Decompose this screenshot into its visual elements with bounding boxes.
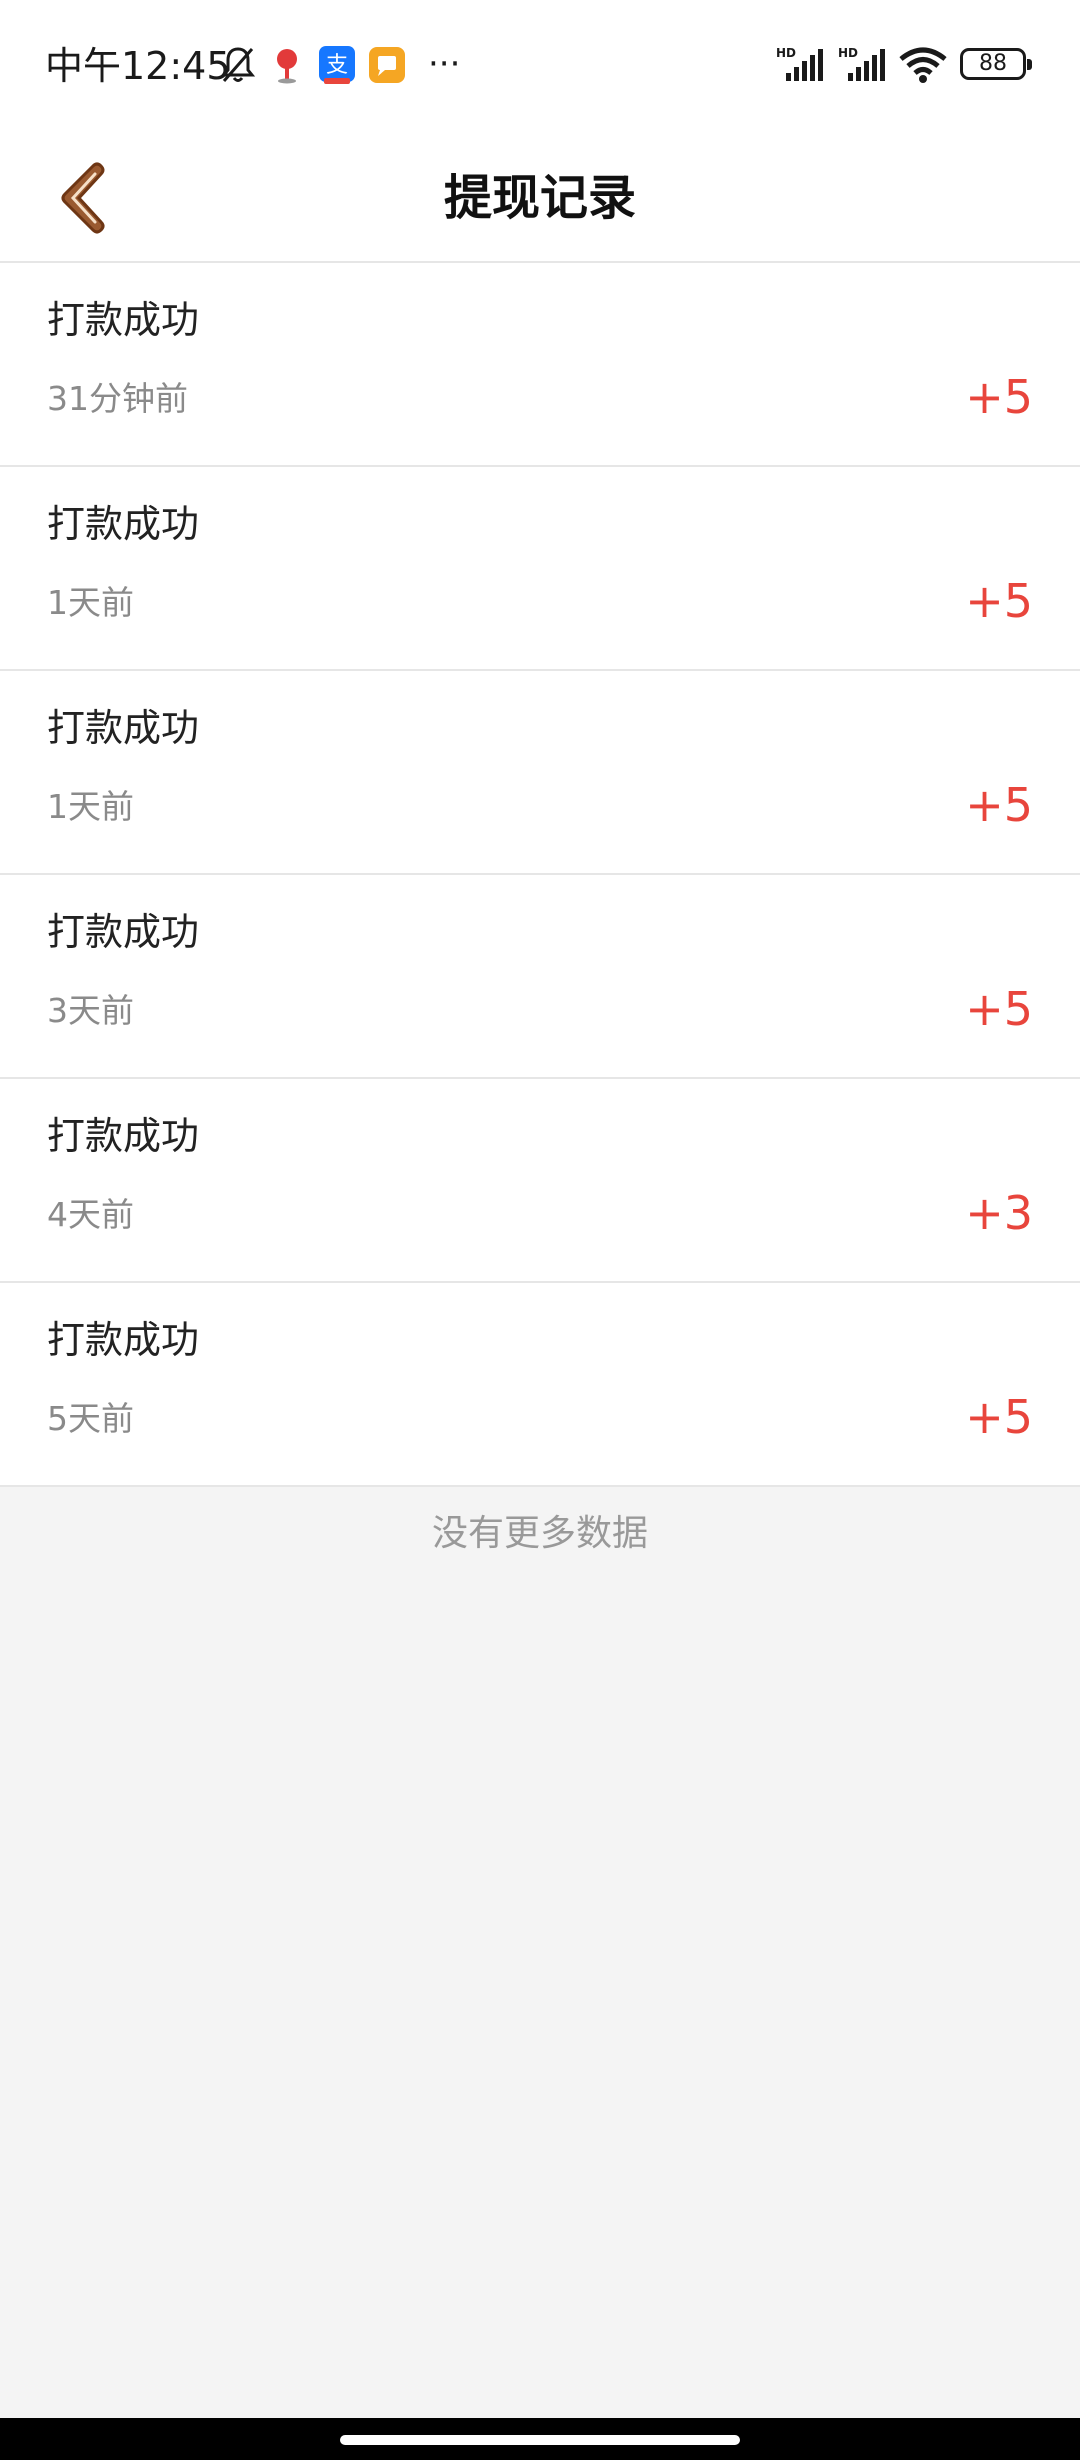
record-amount: +3 [965,1186,1033,1240]
record-item[interactable]: 打款成功 4天前 +3 [0,1079,1080,1283]
record-amount: +5 [965,778,1033,832]
withdrawal-record-list: 打款成功 31分钟前 +5 打款成功 1天前 +5 打款成功 1天前 +5 打款… [0,263,1080,1487]
system-navigation-bar [0,2418,1080,2460]
battery-icon: 88 [960,48,1032,80]
record-time: 1天前 [47,583,134,622]
page-title: 提现记录 [443,170,636,226]
record-status: 打款成功 [47,706,200,750]
record-amount: +5 [965,982,1033,1036]
svg-text:HD: HD [838,46,858,60]
svg-text:支: 支 [326,53,348,78]
record-item[interactable]: 打款成功 1天前 +5 [0,671,1080,875]
alipay-icon: 支 [319,46,355,84]
more-notifications-indicator: ··· [428,44,461,84]
chevron-left-icon [61,162,105,234]
home-gesture-handle[interactable] [340,2435,740,2445]
status-bar: 中午12:45 支 ··· HD HD 88 [0,0,1080,135]
record-item[interactable]: 打款成功 31分钟前 +5 [0,263,1080,467]
wifi-icon [899,47,947,83]
record-status: 打款成功 [47,1318,200,1362]
record-amount: +5 [965,370,1033,424]
record-item[interactable]: 打款成功 5天前 +5 [0,1283,1080,1487]
record-status: 打款成功 [47,502,200,546]
record-time: 4天前 [47,1195,134,1234]
map-pin-icon [277,49,297,84]
record-time: 5天前 [47,1399,134,1438]
battery-level: 88 [979,51,1007,76]
record-status: 打款成功 [47,298,200,342]
record-amount: +5 [965,574,1033,628]
record-time: 1天前 [47,787,134,826]
record-item[interactable]: 打款成功 3天前 +5 [0,875,1080,1079]
back-button[interactable] [40,135,130,261]
signal-hd-icon: HD [838,46,885,81]
signal-hd-icon: HD [776,46,823,81]
bell-muted-icon [220,47,256,82]
status-time: 中午12:45 [45,44,231,88]
record-time: 31分钟前 [47,379,188,418]
record-time: 3天前 [47,991,134,1030]
record-status: 打款成功 [47,910,200,954]
record-status: 打款成功 [47,1114,200,1158]
nav-bar: 提现记录 [0,135,1080,263]
record-item[interactable]: 打款成功 1天前 +5 [0,467,1080,671]
no-more-data-text: 没有更多数据 [431,1513,648,1554]
message-app-icon [369,47,405,83]
record-amount: +5 [965,1390,1033,1444]
svg-text:HD: HD [776,46,796,60]
